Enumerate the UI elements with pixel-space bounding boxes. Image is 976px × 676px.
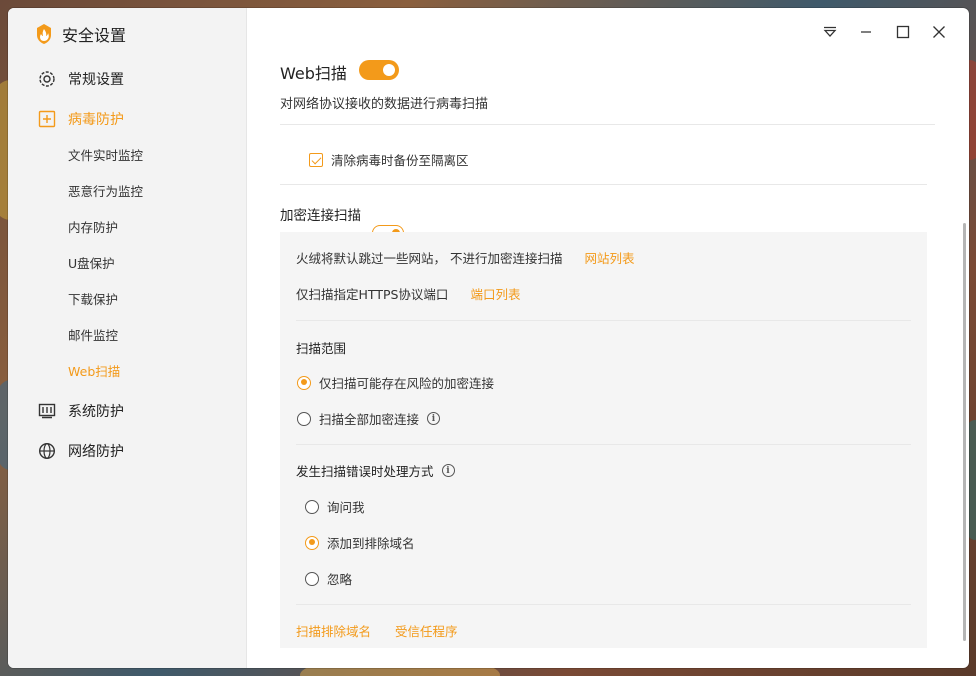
- radio-button[interactable]: [305, 499, 319, 514]
- sidebar-subitem-behavior-monitor[interactable]: 恶意行为监控: [68, 183, 143, 201]
- sidebar-item-label: 网络防护: [68, 444, 124, 460]
- divider: [296, 604, 911, 605]
- sidebar-subitem-memory-protection[interactable]: 内存防护: [68, 219, 118, 237]
- footer-links: 扫描排除域名 受信任程序: [296, 621, 458, 640]
- encrypted-scan-title: 加密连接扫描: [280, 208, 361, 224]
- https-ports-text: 仅扫描指定HTTPS协议端口: [296, 287, 449, 302]
- backup-checkbox[interactable]: [309, 152, 323, 167]
- scope-option-all[interactable]: 扫描全部加密连接 i: [297, 409, 441, 428]
- radio-button[interactable]: [305, 535, 319, 550]
- system-panel-icon: [38, 402, 56, 420]
- info-icon[interactable]: i: [441, 464, 455, 477]
- sidebar-item-general[interactable]: 常规设置: [38, 67, 124, 91]
- sidebar-item-label: 病毒防护: [68, 112, 124, 128]
- radio-label: 忽略: [327, 572, 353, 587]
- error-handling-title: 发生扫描错误时处理方式: [296, 464, 434, 479]
- page-title: Web扫描: [280, 64, 347, 83]
- scope-option-risky[interactable]: 仅扫描可能存在风险的加密连接: [297, 373, 494, 392]
- sidebar-subitem-mail-monitor[interactable]: 邮件监控: [68, 327, 118, 345]
- sidebar-subitem-usb-protection[interactable]: U盘保护: [68, 255, 115, 273]
- sidebar-subitem-download-protection[interactable]: 下载保护: [68, 291, 118, 309]
- radio-label: 添加到排除域名: [327, 536, 415, 551]
- page-description: 对网络协议接收的数据进行病毒扫描: [280, 97, 489, 112]
- sidebar-item-network-protection[interactable]: 网络防护: [38, 439, 124, 463]
- https-ports-row: 仅扫描指定HTTPS协议端口 端口列表: [296, 284, 520, 303]
- encrypted-scan-panel: 火绒将默认跳过一些网站， 不进行加密连接扫描 网站列表 仅扫描指定HTTPS协议…: [280, 232, 927, 648]
- radio-label: 扫描全部加密连接: [319, 412, 420, 427]
- sidebar-item-system-protection[interactable]: 系统防护: [38, 399, 124, 423]
- sidebar-subitem-web-scan[interactable]: Web扫描: [68, 363, 120, 381]
- app-title-text: 安全设置: [62, 26, 127, 45]
- plus-square-icon: [38, 110, 56, 128]
- divider: [280, 124, 935, 125]
- radio-button[interactable]: [305, 571, 319, 586]
- info-icon[interactable]: i: [427, 412, 441, 425]
- sidebar-item-label: 系统防护: [68, 404, 124, 420]
- radio-button[interactable]: [297, 411, 311, 426]
- radio-button[interactable]: [297, 375, 311, 390]
- error-handling-title-row: 发生扫描错误时处理方式 i: [296, 461, 455, 480]
- main-content: Web扫描 对网络协议接收的数据进行病毒扫描 清除病毒时备份至隔离区 加密连接扫…: [248, 8, 969, 668]
- divider: [296, 444, 911, 445]
- error-option-ask[interactable]: 询问我: [305, 497, 365, 516]
- trusted-programs-link[interactable]: 受信任程序: [395, 621, 458, 640]
- globe-icon: [38, 442, 56, 460]
- skip-sites-text: 火绒将默认跳过一些网站， 不进行加密连接扫描: [296, 251, 563, 266]
- radio-label: 询问我: [327, 500, 365, 515]
- sidebar: 安全设置 常规设置 病毒防护 文件实时监控 恶意行为监控 内存防护 U盘保护 下…: [8, 8, 247, 668]
- gear-icon: [38, 70, 56, 88]
- skip-sites-row: 火绒将默认跳过一些网站， 不进行加密连接扫描 网站列表: [296, 248, 635, 267]
- web-scan-toggle[interactable]: [359, 60, 399, 80]
- sidebar-item-label: 常规设置: [68, 72, 124, 88]
- sidebar-item-virus-protection[interactable]: 病毒防护: [38, 107, 124, 131]
- settings-window: 安全设置 常规设置 病毒防护 文件实时监控 恶意行为监控 内存防护 U盘保护 下…: [8, 8, 969, 668]
- app-title: 安全设置: [34, 22, 126, 46]
- sidebar-subitem-file-monitor[interactable]: 文件实时监控: [68, 147, 143, 165]
- backup-checkbox-row[interactable]: 清除病毒时备份至隔离区: [309, 150, 469, 169]
- excluded-domains-link[interactable]: 扫描排除域名: [296, 621, 371, 640]
- scrollbar[interactable]: [963, 223, 966, 641]
- huorong-logo-icon: [34, 23, 54, 45]
- port-list-link[interactable]: 端口列表: [470, 284, 520, 303]
- site-list-link[interactable]: 网站列表: [584, 248, 634, 267]
- scope-title: 扫描范围: [296, 341, 347, 356]
- error-option-exclude[interactable]: 添加到排除域名: [305, 533, 415, 552]
- divider: [280, 184, 927, 185]
- radio-label: 仅扫描可能存在风险的加密连接: [319, 376, 495, 391]
- backup-checkbox-label: 清除病毒时备份至隔离区: [331, 153, 469, 168]
- divider: [296, 320, 911, 321]
- error-option-ignore[interactable]: 忽略: [305, 569, 352, 588]
